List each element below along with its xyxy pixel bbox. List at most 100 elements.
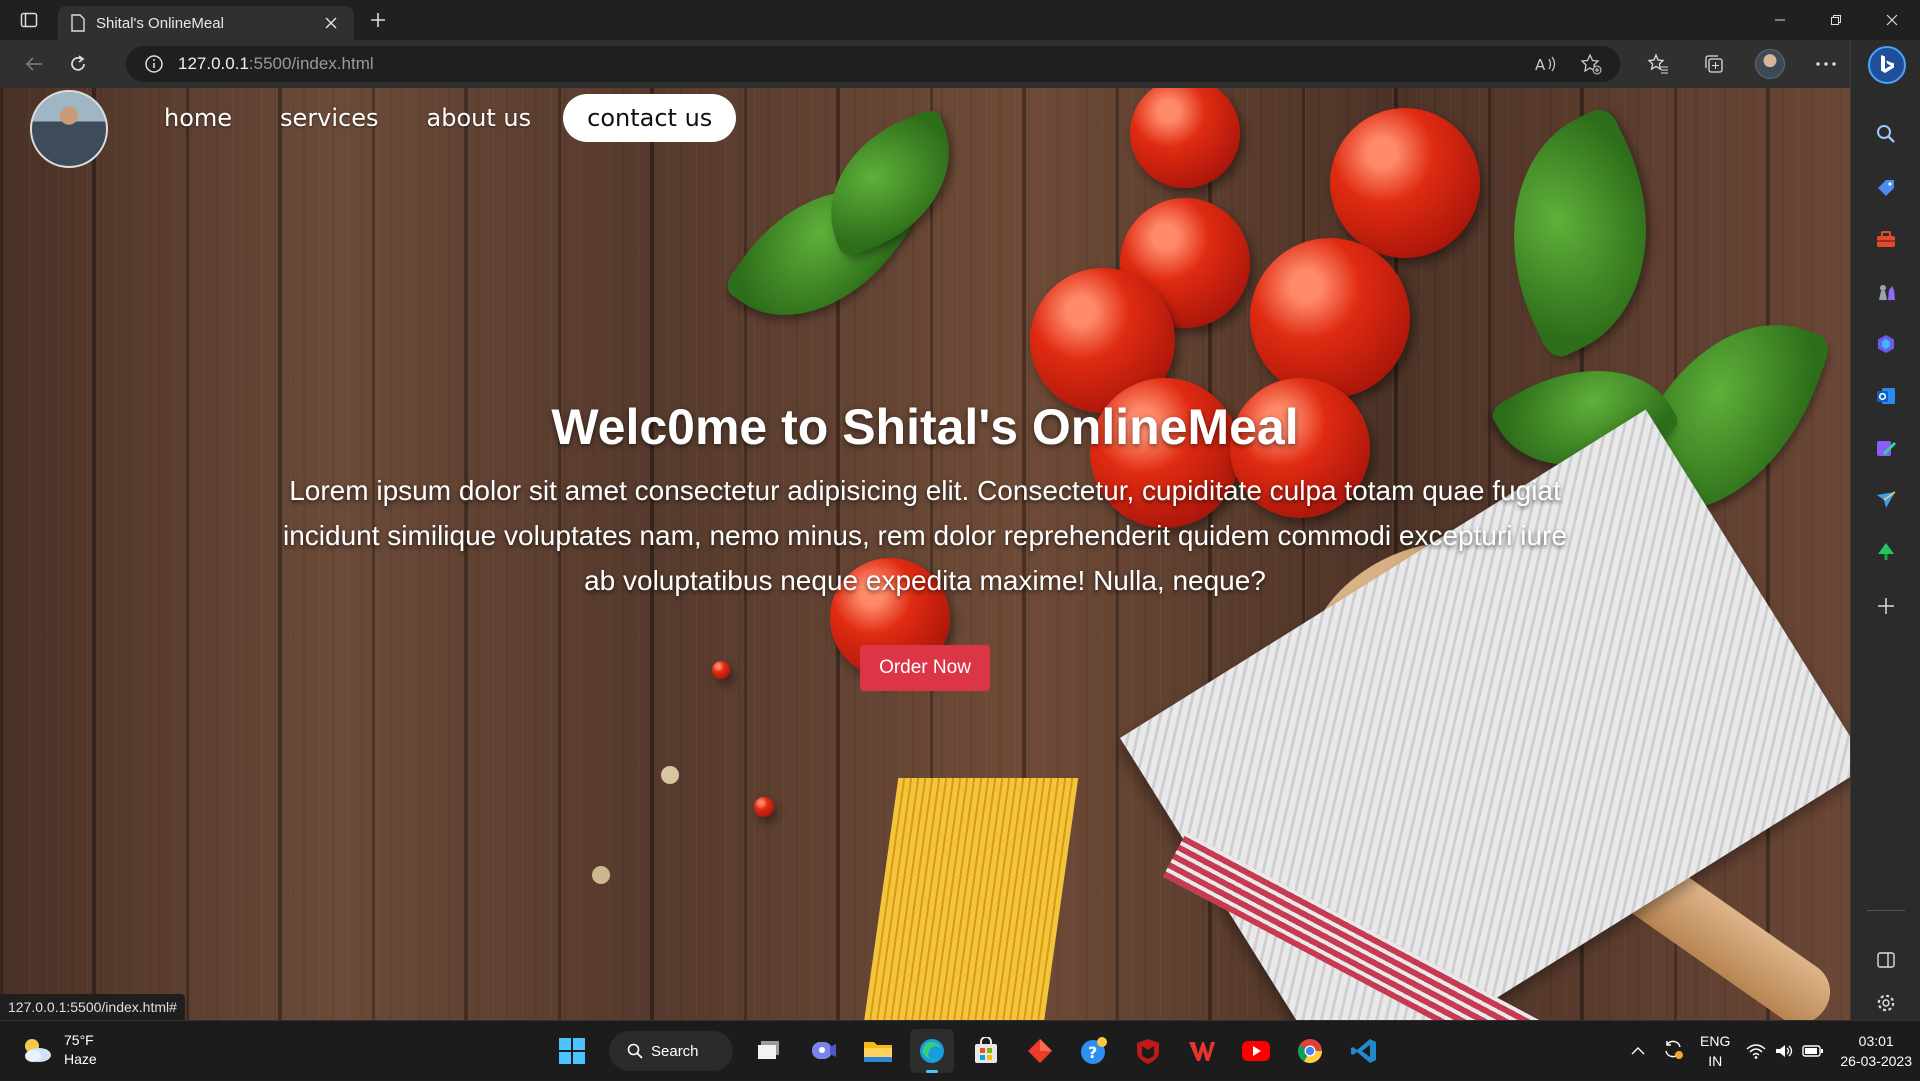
vscode-button[interactable] [1342,1029,1386,1073]
language-indicator[interactable]: ENG IN [1700,1031,1730,1071]
start-button[interactable] [550,1029,594,1073]
diamond-app-button[interactable] [1018,1029,1062,1073]
vscode-icon [1351,1039,1376,1063]
sidebar-copilot-button[interactable] [1851,322,1920,366]
peppercorn-image [712,661,730,679]
search-icon [627,1043,643,1059]
nav-contact-link[interactable]: contact us [563,94,737,142]
nav-services-link[interactable]: services [256,94,402,142]
sync-button[interactable] [1662,1038,1684,1065]
sidebar-designer-button[interactable] [1851,426,1920,470]
favorites-button[interactable] [1630,53,1686,75]
help-button[interactable]: ? [1072,1029,1116,1073]
network-volume-battery[interactable] [1746,1043,1824,1059]
add-favorite-icon[interactable] [1568,53,1614,75]
url-host: 127.0.0.1 [178,54,249,73]
sidebar-settings-button[interactable] [1851,988,1920,1018]
nav-links: home services about us contact us [140,94,737,142]
url-bar[interactable]: 127.0.0.1:5500/index.html A [126,46,1620,82]
bing-chat-button[interactable] [1868,46,1906,84]
file-explorer-icon [864,1042,892,1062]
link-status-bar: 127.0.0.1:5500/index.html# [0,994,185,1020]
close-tab-icon[interactable] [320,12,342,34]
hero-description: Lorem ipsum dolor sit amet consectetur a… [283,475,1567,596]
peppercorn-image [754,797,774,817]
sidebar-hide-button[interactable] [1851,938,1920,982]
store-button[interactable] [964,1029,1008,1073]
minimize-button[interactable] [1752,0,1808,40]
language-region: IN [1708,1053,1723,1069]
sidebar-search-button[interactable] [1851,112,1920,156]
new-tab-button[interactable] [358,0,398,40]
store-icon [975,1037,997,1063]
collections-icon [1705,55,1723,73]
youtube-button[interactable] [1234,1029,1278,1073]
sidebar-shopping-button[interactable] [1851,166,1920,210]
collections-button[interactable] [1686,53,1742,75]
file-explorer-button[interactable] [856,1029,900,1073]
edge-button[interactable] [910,1029,954,1073]
address-toolbar: 127.0.0.1:5500/index.html A [0,40,1920,88]
clock[interactable]: 03:01 26-03-2023 [1840,1031,1912,1071]
sidebar-add-button[interactable] [1851,584,1920,628]
task-view-button[interactable] [748,1029,792,1073]
wps-button[interactable] [1180,1029,1224,1073]
edge-sidebar [1850,40,1920,1020]
taskbar-search-box[interactable]: Search [609,1031,733,1071]
teams-button[interactable] [802,1029,846,1073]
chrome-icon [1297,1039,1322,1064]
weather-widget[interactable]: 75°F Haze [20,1031,97,1069]
peppercorn-image [592,866,610,884]
sidebar-tools-button[interactable] [1851,218,1920,262]
order-now-button[interactable]: Order Now [860,645,990,691]
browser-tab-bar: Shital's OnlineMeal [0,0,1920,40]
youtube-icon [1242,1041,1270,1061]
outlook-icon [1877,388,1895,404]
tray-overflow-button[interactable] [1630,1041,1646,1061]
close-window-button[interactable] [1864,0,1920,40]
chess-icon [1879,285,1895,300]
page-icon [71,14,85,32]
sidebar-divider [1867,910,1905,911]
tab-actions-icon [20,12,38,28]
copilot-icon [1878,335,1894,353]
site-logo-avatar [30,90,108,168]
url-path: :5500/index.html [248,54,374,73]
restore-button[interactable] [1808,0,1864,40]
refresh-button[interactable] [56,44,100,84]
browser-tab[interactable]: Shital's OnlineMeal [58,6,354,40]
help-icon: ? [1081,1037,1107,1064]
hero-title: Welc0me to Shital's OnlineMeal [551,399,1299,455]
wps-icon [1189,1042,1215,1061]
language-code: ENG [1700,1033,1731,1049]
task-view-icon [758,1041,779,1059]
read-aloud-icon[interactable]: A [1522,54,1568,74]
sidebar-games-button[interactable] [1851,270,1920,314]
tab-actions-button[interactable] [0,0,58,40]
profile-avatar [1755,49,1785,79]
profile-button[interactable] [1742,49,1798,79]
more-icon [1816,62,1836,66]
sidebar-outlook-button[interactable] [1851,374,1920,418]
site-navbar: home services about us contact us [0,88,1850,168]
more-menu-button[interactable] [1798,61,1854,67]
tomato-image [1250,238,1410,398]
nav-about-link[interactable]: about us [403,94,556,142]
sync-icon [1665,1040,1684,1059]
clock-date: 26-03-2023 [1840,1053,1912,1069]
svg-text:A: A [1535,56,1546,74]
sidebar-send-button[interactable] [1851,478,1920,522]
url-text: 127.0.0.1:5500/index.html [178,54,374,74]
taskbar-search-label: Search [651,1042,699,1060]
info-icon[interactable] [144,54,164,74]
clock-time: 03:01 [1858,1033,1894,1049]
back-button[interactable] [12,44,56,84]
chrome-button[interactable] [1288,1029,1332,1073]
diamond-app-icon [1028,1039,1052,1063]
sidebar-tree-button[interactable] [1851,530,1920,574]
peppercorn-image [661,766,679,784]
tab-title: Shital's OnlineMeal [96,14,224,32]
mcafee-button[interactable] [1126,1029,1170,1073]
bing-icon [1881,55,1894,73]
nav-home-link[interactable]: home [140,94,256,142]
